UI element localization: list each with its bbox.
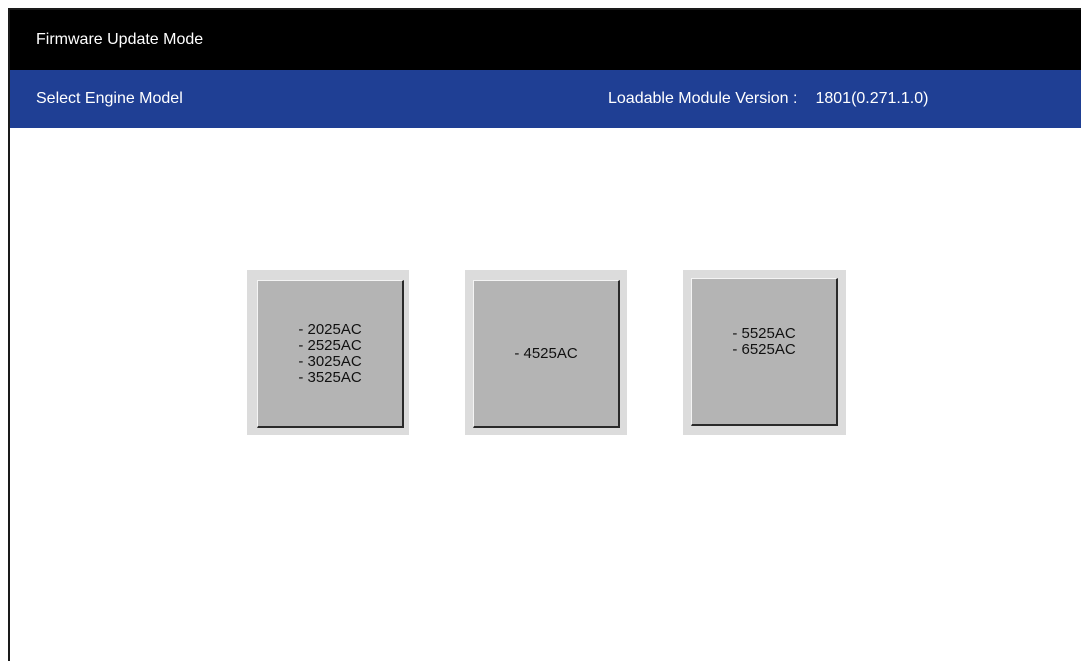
model-button-frame-1: - 2025AC - 2525AC - 3025AC - 3525AC xyxy=(247,270,409,435)
model-button-frame-3: - 5525AC - 6525AC xyxy=(683,270,846,435)
model-line: - 4525AC xyxy=(514,344,578,362)
model-button-label: - 5525AC - 6525AC xyxy=(732,324,796,358)
model-line: - 2025AC xyxy=(298,320,362,338)
model-button-2025-3525[interactable]: - 2025AC - 2525AC - 3025AC - 3525AC xyxy=(257,280,404,428)
select-engine-model-label: Select Engine Model xyxy=(36,90,183,107)
module-version-label: Loadable Module Version : xyxy=(608,90,798,107)
model-line: - 3025AC xyxy=(298,352,362,370)
model-line: - 3525AC xyxy=(298,368,362,386)
model-line: - 2525AC xyxy=(298,336,362,354)
model-button-frame-2: - 4525AC xyxy=(465,270,627,435)
model-button-label: - 2025AC - 2525AC - 3025AC - 3525AC xyxy=(298,320,362,386)
window-title: Firmware Update Mode xyxy=(36,31,204,48)
model-button-label: - 4525AC xyxy=(514,344,578,362)
model-line: - 6525AC xyxy=(732,340,796,358)
title-bar: Firmware Update Mode xyxy=(10,10,1081,70)
firmware-update-screen: Firmware Update Mode Select Engine Model… xyxy=(8,8,1081,661)
module-version-value: 1801(0.271.1.0) xyxy=(815,90,929,107)
model-line: - 5525AC xyxy=(732,324,796,342)
model-button-5525-6525[interactable]: - 5525AC - 6525AC xyxy=(691,278,838,426)
header-bar: Select Engine Model Loadable Module Vers… xyxy=(10,70,1081,128)
module-version-info: Loadable Module Version : 1801(0.271.1.0) xyxy=(608,70,928,128)
model-button-4525[interactable]: - 4525AC xyxy=(473,280,620,428)
